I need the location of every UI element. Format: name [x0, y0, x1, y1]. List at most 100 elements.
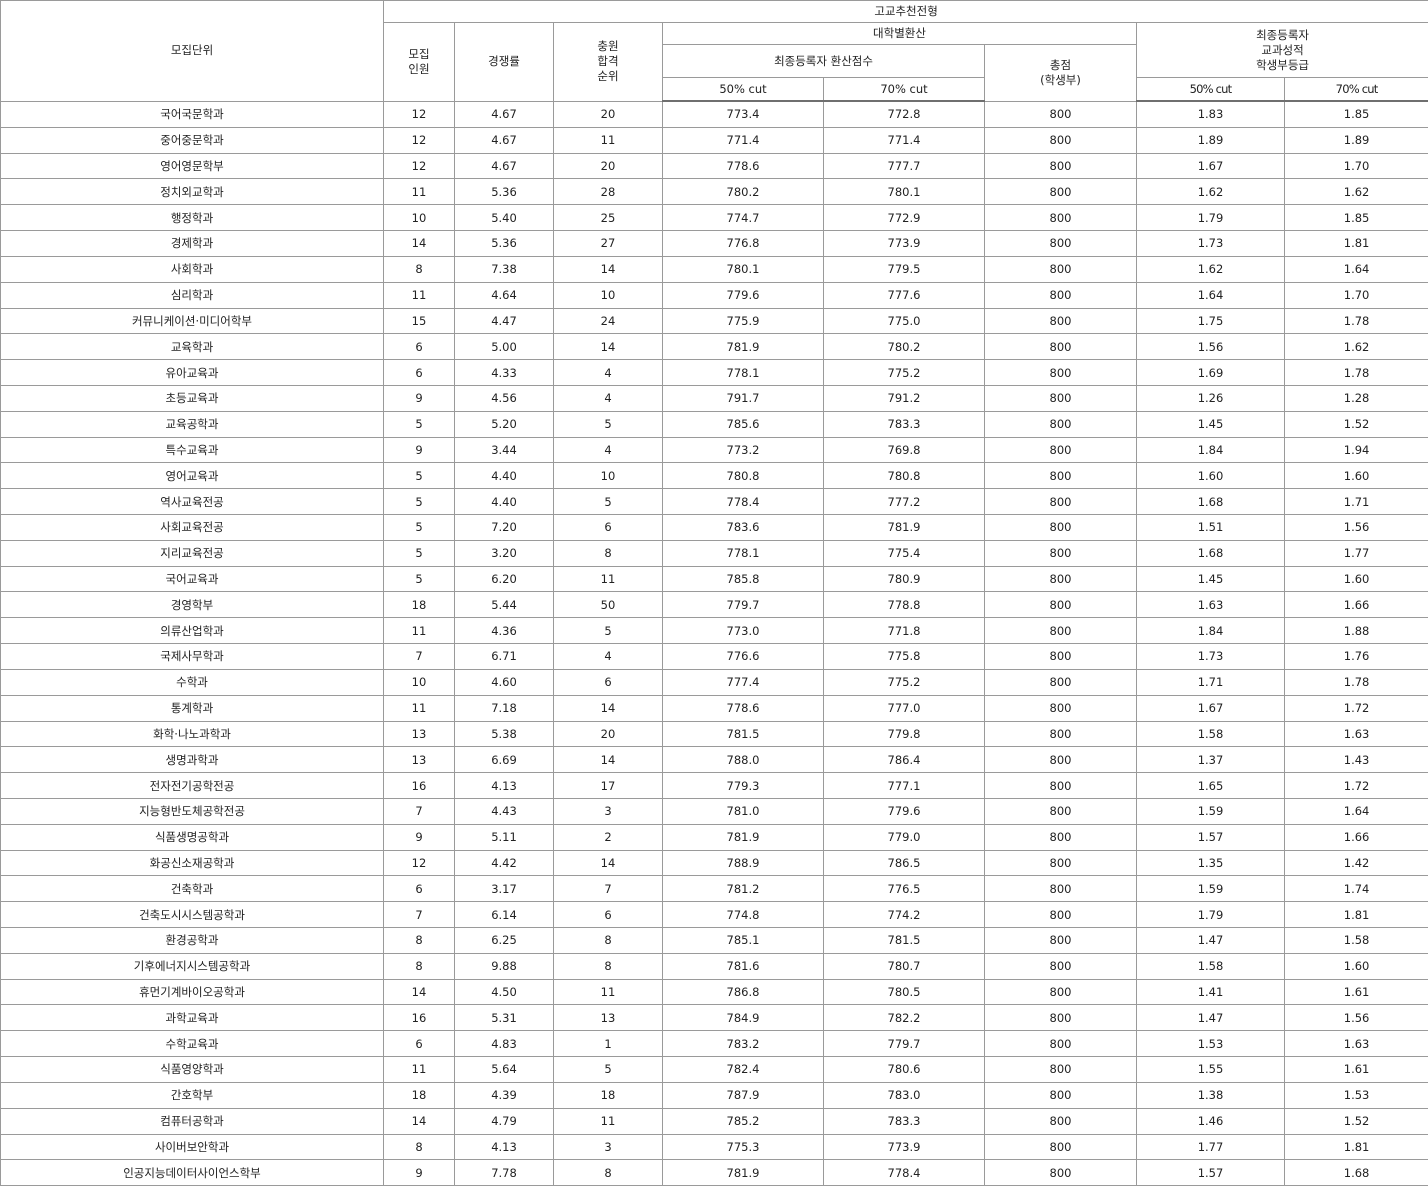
cell-unit: 수학교육과 [0, 1030, 384, 1058]
cell-waitlist-rank: 8 [553, 539, 663, 567]
cell-grade-cut50: 1.68 [1136, 539, 1285, 567]
cell-unit: 사이버보안학과 [0, 1133, 384, 1161]
cell-waitlist-rank: 2 [553, 823, 663, 851]
cell-total: 800 [984, 643, 1137, 670]
cell-score-cut50: 785.6 [662, 410, 824, 438]
cell-score-cut50: 782.4 [662, 1056, 824, 1083]
cell-score-cut50: 781.2 [662, 875, 824, 903]
cell-quota: 8 [383, 927, 455, 954]
cell-score-cut50: 785.2 [662, 1107, 824, 1135]
table-row: 영어영문학부 12 4.67 20 778.6 777.7 800 1.67 1.70 [0, 152, 1428, 180]
cell-score-cut70: 780.5 [823, 978, 985, 1006]
cell-score-cut50: 785.8 [662, 565, 824, 593]
cell-total: 800 [984, 720, 1137, 748]
cell-grade-cut50: 1.41 [1136, 978, 1285, 1006]
cell-unit: 경제학과 [0, 230, 384, 257]
cell-grade-cut70: 1.70 [1283, 281, 1428, 309]
cell-quota: 11 [383, 694, 455, 722]
cell-competition-rate: 6.25 [454, 927, 554, 954]
cell-waitlist-rank: 14 [553, 255, 663, 283]
cell-total: 800 [984, 901, 1137, 928]
cell-quota: 13 [383, 720, 455, 748]
cell-quota: 12 [383, 100, 455, 128]
cell-grade-cut70: 1.43 [1283, 746, 1428, 774]
cell-score-cut70: 782.2 [823, 1004, 985, 1032]
cell-competition-rate: 4.33 [454, 359, 554, 386]
cell-competition-rate: 5.38 [454, 720, 554, 748]
cell-waitlist-rank: 6 [553, 901, 663, 928]
cell-score-cut70: 771.8 [823, 617, 985, 645]
cell-score-cut50: 781.9 [662, 1159, 824, 1187]
cell-score-cut70: 775.0 [823, 307, 985, 335]
table-row: 수학교육과 6 4.83 1 783.2 779.7 800 1.53 1.63 [0, 1030, 1428, 1058]
cell-total: 800 [984, 230, 1137, 257]
table-row: 유아교육과 6 4.33 4 778.1 775.2 800 1.69 1.78 [0, 359, 1428, 386]
cell-grade-cut50: 1.55 [1136, 1056, 1285, 1083]
cell-competition-rate: 6.71 [454, 643, 554, 670]
table-row: 지능형반도체공학전공 7 4.43 3 781.0 779.6 800 1.59 1.64 [0, 797, 1428, 825]
cell-competition-rate: 7.78 [454, 1159, 554, 1187]
cell-quota: 13 [383, 746, 455, 774]
cell-quota: 12 [383, 849, 455, 877]
cell-total: 800 [984, 1081, 1137, 1109]
cell-competition-rate: 4.13 [454, 772, 554, 799]
cell-grade-cut50: 1.56 [1136, 333, 1285, 361]
cell-grade-cut70: 1.81 [1283, 1133, 1428, 1161]
cell-total: 800 [984, 591, 1137, 619]
cell-competition-rate: 4.36 [454, 617, 554, 645]
cell-unit: 초등교육과 [0, 384, 384, 412]
cell-competition-rate: 4.50 [454, 978, 554, 1006]
cell-grade-cut70: 1.88 [1283, 617, 1428, 645]
cell-unit: 정치외교학과 [0, 178, 384, 206]
cell-unit: 국어국문학과 [0, 100, 384, 128]
cell-competition-rate: 9.88 [454, 952, 554, 980]
table-row: 생명과학과 13 6.69 14 788.0 786.4 800 1.37 1.43 [0, 746, 1428, 774]
cell-competition-rate: 5.44 [454, 591, 554, 619]
cell-quota: 7 [383, 797, 455, 825]
cell-score-cut70: 778.8 [823, 591, 985, 619]
cell-score-cut70: 774.2 [823, 901, 985, 928]
table-row: 중어중문학과 12 4.67 11 771.4 771.4 800 1.89 1.89 [0, 126, 1428, 154]
cell-total: 800 [984, 462, 1137, 490]
cell-waitlist-rank: 27 [553, 230, 663, 257]
header-competition: 경쟁률 [454, 22, 554, 102]
cell-grade-cut50: 1.47 [1136, 927, 1285, 954]
cell-quota: 5 [383, 462, 455, 490]
cell-score-cut50: 775.9 [662, 307, 824, 335]
header-final-grade-line3: 학생부등급 [1256, 57, 1309, 72]
cell-grade-cut50: 1.64 [1136, 281, 1285, 309]
cell-waitlist-rank: 20 [553, 720, 663, 748]
cell-total: 800 [984, 359, 1137, 386]
cell-grade-cut70: 1.56 [1283, 1004, 1428, 1032]
cell-competition-rate: 5.00 [454, 333, 554, 361]
cell-score-cut70: 769.8 [823, 436, 985, 464]
cell-waitlist-rank: 8 [553, 927, 663, 954]
cell-score-cut70: 775.2 [823, 359, 985, 386]
cell-grade-cut70: 1.52 [1283, 410, 1428, 438]
cell-score-cut70: 780.9 [823, 565, 985, 593]
cell-grade-cut50: 1.45 [1136, 565, 1285, 593]
cell-unit: 수학과 [0, 668, 384, 696]
cell-grade-cut50: 1.84 [1136, 436, 1285, 464]
cell-grade-cut70: 1.78 [1283, 307, 1428, 335]
cell-quota: 6 [383, 875, 455, 903]
cell-total: 800 [984, 1056, 1137, 1083]
cell-competition-rate: 6.20 [454, 565, 554, 593]
cell-competition-rate: 4.79 [454, 1107, 554, 1135]
table-row: 인공지능데이터사이언스학부 9 7.78 8 781.9 778.4 800 1.57 1.68 [0, 1159, 1428, 1187]
cell-grade-cut70: 1.94 [1283, 436, 1428, 464]
cell-grade-cut50: 1.51 [1136, 514, 1285, 541]
cell-competition-rate: 6.69 [454, 746, 554, 774]
table-row: 심리학과 11 4.64 10 779.6 777.6 800 1.64 1.70 [0, 281, 1428, 309]
cell-grade-cut70: 1.58 [1283, 927, 1428, 954]
cell-waitlist-rank: 20 [553, 100, 663, 128]
cell-score-cut70: 780.2 [823, 333, 985, 361]
cell-quota: 11 [383, 1056, 455, 1083]
cell-competition-rate: 5.11 [454, 823, 554, 851]
cell-score-cut50: 788.0 [662, 746, 824, 774]
cell-quota: 14 [383, 230, 455, 257]
cell-competition-rate: 4.67 [454, 152, 554, 180]
cell-unit: 사회교육전공 [0, 514, 384, 541]
cell-grade-cut50: 1.65 [1136, 772, 1285, 799]
cell-waitlist-rank: 11 [553, 978, 663, 1006]
